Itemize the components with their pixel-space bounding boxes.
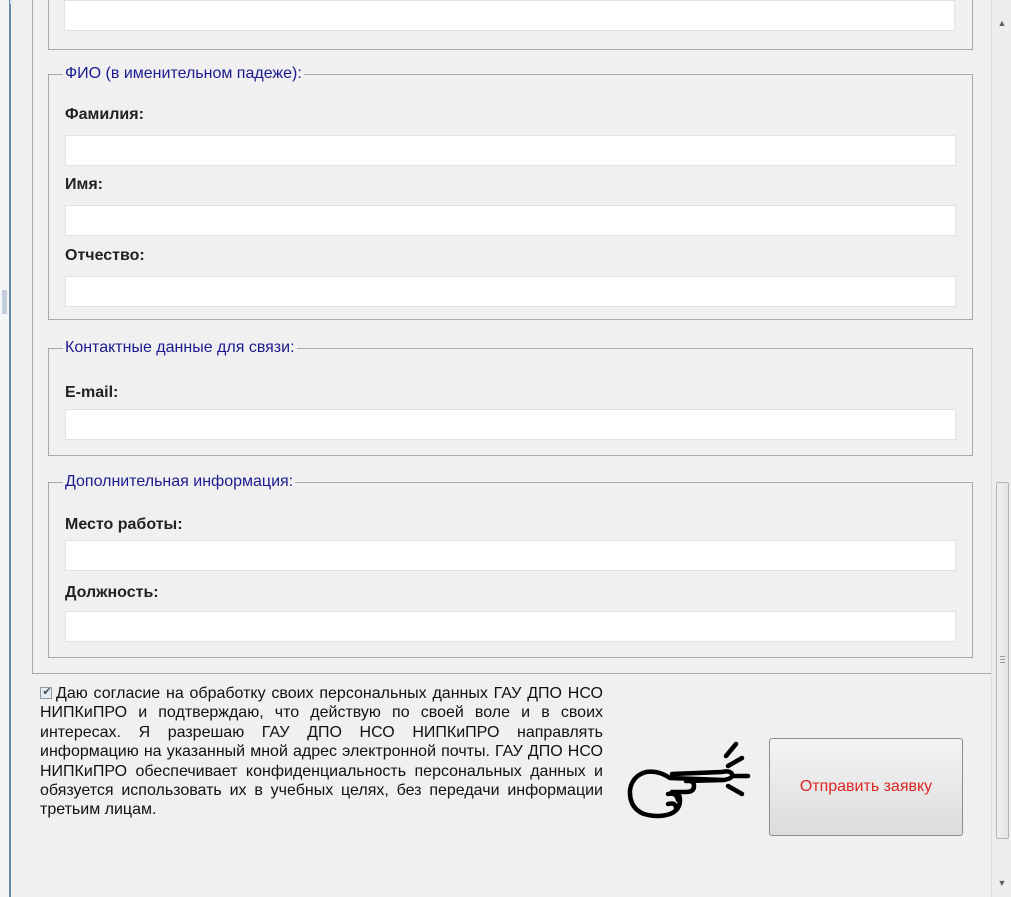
fieldset-contact-legend: Контактные данные для связи:: [63, 339, 297, 357]
fieldset-extra-legend: Дополнительная информация:: [63, 473, 296, 491]
grip-lines: [1000, 656, 1005, 665]
vertical-scrollbar[interactable]: ▲ ▼: [991, 0, 1011, 897]
consent-checkbox[interactable]: ✔: [40, 686, 52, 699]
email-label: E-mail:: [65, 384, 119, 401]
submit-application-button[interactable]: Отправить заявку: [769, 738, 963, 836]
fieldset-fio-legend: ФИО (в именительном падеже):: [63, 65, 304, 83]
patronymic-label: Отчество:: [65, 247, 145, 264]
fieldset-contact: Контактные данные для связи: E-mail:: [48, 339, 973, 456]
workplace-label: Место работы:: [65, 516, 183, 533]
consent-block: ✔ Даю согласие на обработку своих персона…: [40, 684, 603, 820]
edge-line: [9, 0, 11, 897]
edge-resize-nub: [2, 290, 7, 314]
last-name-label: Фамилия:: [65, 106, 144, 123]
arrow-up-icon[interactable]: ▲: [992, 14, 1011, 32]
patronymic-input[interactable]: [65, 276, 956, 307]
first-name-label: Имя:: [65, 176, 103, 193]
last-name-input[interactable]: [65, 135, 956, 166]
arrow-down-icon[interactable]: ▼: [992, 874, 1011, 892]
consent-text: Даю согласие на обработку своих персонал…: [40, 685, 603, 819]
email-input[interactable]: [65, 409, 956, 440]
fieldset-fio: ФИО (в именительном падеже): Фамилия: Им…: [48, 65, 973, 320]
pointing-hand-icon: [627, 741, 751, 819]
workplace-input[interactable]: [65, 540, 956, 571]
fieldset-extra: Дополнительная информация: Место работы:…: [48, 473, 973, 658]
first-name-input[interactable]: [65, 205, 956, 236]
position-label: Должность:: [65, 584, 159, 601]
position-input[interactable]: [65, 611, 956, 642]
previous-section-input[interactable]: [64, 0, 955, 31]
window-left-edge: [0, 0, 12, 897]
check-mark-icon: ✔: [42, 686, 52, 698]
scrollbar-thumb[interactable]: [996, 482, 1009, 839]
